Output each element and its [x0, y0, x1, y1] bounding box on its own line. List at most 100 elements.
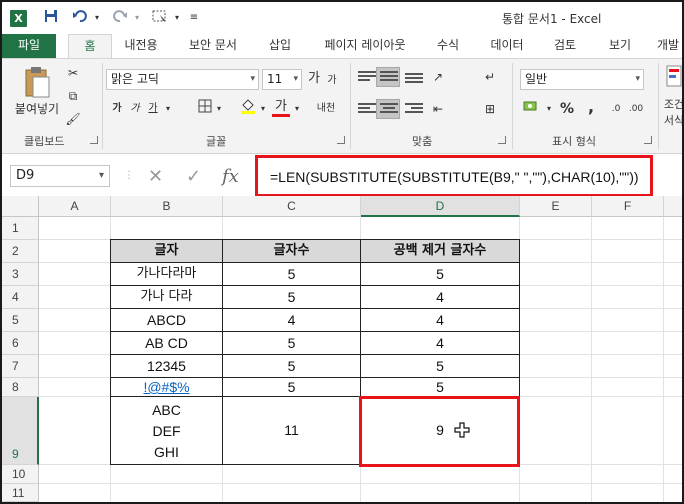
tab-file[interactable]: 파일 [2, 34, 56, 58]
decrease-decimal-icon[interactable]: .00 [626, 99, 646, 119]
table-header-no-space-count[interactable]: 공백 제거 글자수 [361, 240, 520, 263]
fill-color-icon[interactable] [238, 97, 258, 117]
insert-function-icon[interactable]: fx [222, 166, 239, 187]
italic-button[interactable]: 가 [128, 99, 142, 119]
copy-icon[interactable]: ⧉ [64, 86, 82, 106]
align-top-icon[interactable] [358, 71, 376, 85]
table-cell[interactable]: 4 [361, 286, 520, 309]
name-box[interactable]: D9 ▾ [10, 165, 110, 187]
row-header-6[interactable]: 6 [2, 332, 39, 355]
grow-font-button[interactable]: 가 [306, 69, 322, 89]
tab-secure-document[interactable]: 보안 문서 [182, 34, 244, 58]
align-left-icon[interactable] [358, 103, 376, 117]
table-cell[interactable]: 4 [361, 309, 520, 332]
format-painter-icon[interactable]: 🖌 [64, 109, 82, 129]
worksheet-grid[interactable]: A B C D E F 1 2 3 4 5 6 7 8 9 10 11 글자 글… [2, 196, 682, 502]
undo-dropdown-icon[interactable]: ▾ [92, 9, 102, 27]
tab-review[interactable]: 검토 [547, 34, 583, 58]
table-cell[interactable]: 5 [361, 263, 520, 286]
table-cell-multiline[interactable]: ABC DEF GHI [111, 397, 223, 465]
align-middle-button[interactable] [376, 67, 400, 87]
font-color-button[interactable]: 가 [272, 97, 290, 117]
fill-dropdown-icon[interactable]: ▾ [258, 99, 268, 119]
table-cell[interactable]: 5 [223, 286, 361, 309]
table-cell[interactable]: 11 [223, 397, 361, 465]
borders-icon[interactable] [196, 99, 214, 119]
paste-button[interactable]: 붙여넣기 [10, 99, 64, 119]
tab-internal[interactable]: 내전용 [116, 34, 166, 58]
select-dropdown-icon[interactable]: ▾ [172, 9, 182, 27]
tab-view[interactable]: 보기 [602, 34, 638, 58]
tab-page-layout[interactable]: 페이지 레이아웃 [316, 34, 414, 58]
redo-icon[interactable] [110, 9, 130, 27]
row-header-8[interactable]: 8 [2, 378, 39, 397]
row-header-10[interactable]: 10 [2, 465, 39, 484]
table-cell[interactable]: 5 [361, 378, 520, 397]
table-cell[interactable]: 5 [223, 378, 361, 397]
table-cell[interactable]: 가나다라마 [111, 263, 223, 286]
increase-decimal-icon[interactable]: .0 [606, 99, 626, 119]
conditional-formatting-icon[interactable] [664, 65, 682, 91]
table-cell[interactable]: 4 [223, 309, 361, 332]
table-cell[interactable]: 5 [223, 332, 361, 355]
borders-dropdown-icon[interactable]: ▾ [214, 99, 224, 119]
table-cell[interactable]: 5 [223, 263, 361, 286]
column-header-d[interactable]: D [361, 196, 520, 217]
table-cell[interactable]: AB CD [111, 332, 223, 355]
tab-home[interactable]: 홈 [68, 34, 112, 58]
table-cell-hyperlink[interactable]: !@#$% [111, 378, 223, 397]
wrap-text-icon[interactable]: ↵ [480, 67, 500, 87]
formula-input[interactable]: =LEN(SUBSTITUTE(SUBSTITUTE(B9," ",""),CH… [255, 155, 653, 197]
column-header-f[interactable]: F [592, 196, 664, 217]
column-header-c[interactable]: C [223, 196, 361, 217]
column-header-b[interactable]: B [111, 196, 223, 217]
tab-data[interactable]: 데이터 [484, 34, 530, 58]
table-cell[interactable]: ABCD [111, 309, 223, 332]
number-dialog-icon[interactable] [644, 136, 652, 144]
font-dialog-icon[interactable] [337, 136, 345, 144]
accounting-format-icon[interactable] [520, 99, 542, 119]
column-header-a[interactable]: A [39, 196, 111, 217]
font-name-combo[interactable]: 맑은 고딕 ▾ [106, 69, 259, 90]
merge-center-icon[interactable]: ⊞ [480, 99, 500, 119]
table-cell[interactable]: 가나 다라 [111, 286, 223, 309]
font-size-combo[interactable]: 11 ▾ [262, 69, 302, 90]
indent-icon[interactable]: ⇤ [428, 99, 448, 119]
align-right-icon[interactable] [405, 103, 423, 117]
row-header-3[interactable]: 3 [2, 263, 39, 286]
table-cell[interactable]: 12345 [111, 355, 223, 378]
font-color-dropdown-icon[interactable]: ▾ [292, 99, 302, 119]
row-header-11[interactable]: 11 [2, 484, 39, 502]
orientation-icon[interactable]: ↗ [426, 67, 450, 87]
select-all-corner[interactable] [2, 196, 39, 217]
cancel-icon[interactable]: ✕ [148, 166, 163, 187]
conditional-formatting-label-2[interactable]: 서식 [662, 111, 682, 131]
row-header-2[interactable]: 2 [2, 240, 39, 263]
alignment-dialog-icon[interactable] [498, 136, 506, 144]
save-icon[interactable] [42, 9, 60, 27]
undo-icon[interactable] [70, 9, 90, 27]
redo-dropdown-icon[interactable]: ▾ [132, 9, 142, 27]
tab-developer[interactable]: 개발 [648, 34, 682, 58]
percent-style-button[interactable]: % [558, 99, 576, 119]
number-format-combo[interactable]: 일반 ▾ [520, 69, 644, 90]
table-cell[interactable]: 5 [223, 355, 361, 378]
accounting-dropdown-icon[interactable]: ▾ [544, 99, 554, 119]
row-header-9[interactable]: 9 [2, 397, 39, 465]
align-center-button[interactable] [376, 99, 400, 119]
bold-button[interactable]: 가 [110, 99, 124, 119]
row-header-7[interactable]: 7 [2, 355, 39, 378]
cut-icon[interactable]: ✂ [64, 63, 82, 83]
table-header-count[interactable]: 글자수 [223, 240, 361, 263]
underline-dropdown-icon[interactable]: ▾ [162, 99, 174, 119]
phonetic-button[interactable]: 내천 [314, 99, 338, 119]
select-objects-icon[interactable] [150, 9, 170, 27]
row-header-1[interactable]: 1 [2, 217, 39, 240]
row-header-4[interactable]: 4 [2, 286, 39, 309]
enter-icon[interactable]: ✓ [186, 166, 201, 187]
table-cell[interactable]: 5 [361, 355, 520, 378]
comma-style-button[interactable]: , [584, 97, 598, 117]
clipboard-dialog-icon[interactable] [90, 136, 98, 144]
align-bottom-icon[interactable] [405, 73, 423, 87]
tab-formulas[interactable]: 수식 [430, 34, 466, 58]
